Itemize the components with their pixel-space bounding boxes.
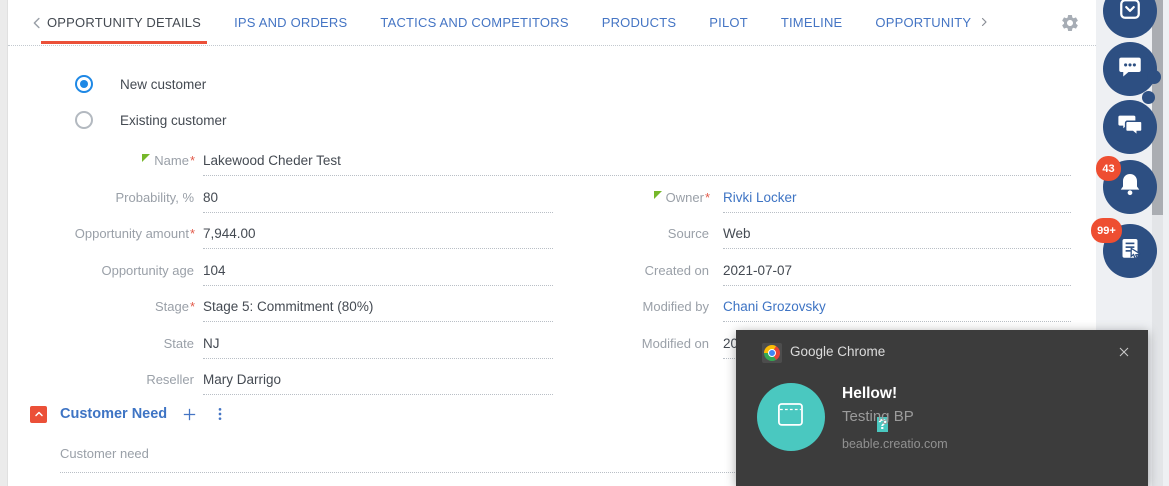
customer-need-section-header: Customer Need xyxy=(30,402,229,426)
field-row-modified-by: Modified by Chani Grozovsky xyxy=(568,286,1071,322)
gear-icon[interactable] xyxy=(1060,13,1080,33)
chrome-notification[interactable]: Google Chrome ? Hellow! Testing BP beabl… xyxy=(736,330,1148,486)
tab-products[interactable]: PRODUCTS xyxy=(602,0,677,46)
stage-field[interactable]: Stage 5: Commitment (80%) xyxy=(203,299,553,322)
chat-dots-icon xyxy=(1115,52,1145,87)
radio-existing-customer[interactable]: Existing customer xyxy=(75,109,227,131)
tab-tactics-and-competitors[interactable]: TACTICS AND COMPETITORS xyxy=(380,0,568,46)
square-chevron-down-icon xyxy=(1115,0,1145,29)
field-row-reseller: Reseller Mary Darrigo xyxy=(8,359,553,395)
opportunity-page: OPPORTUNITY DETAILS IPS AND ORDERS TACTI… xyxy=(0,0,1169,486)
radio-existing-customer-label: Existing customer xyxy=(120,112,227,128)
collapse-section-button[interactable] xyxy=(30,405,47,423)
field-label: Source xyxy=(667,226,709,241)
field-label: Probability, % xyxy=(115,189,194,205)
field-row-stage: Stage* Stage 5: Commitment (80%) xyxy=(8,286,553,322)
field-row-state: State NJ xyxy=(8,322,553,359)
required-asterisk: * xyxy=(704,189,710,205)
customer-need-section-title[interactable]: Customer Need xyxy=(60,406,167,422)
field-label: Opportunity amount xyxy=(74,226,189,241)
required-asterisk: * xyxy=(189,299,195,314)
modified-by-link[interactable]: Chani Grozovsky xyxy=(723,299,826,314)
radio-new-customer[interactable]: New customer xyxy=(75,73,206,95)
window-question-icon xyxy=(769,393,813,442)
double-chat-icon xyxy=(1115,110,1145,145)
field-label: Stage xyxy=(154,299,189,314)
tab-opportunity-overflow-label: OPPORTUNITY xyxy=(875,15,972,30)
field-row-name: Name* Lakewood Cheder Test xyxy=(8,140,1071,176)
notification-source: beable.creatio.com xyxy=(842,437,948,451)
feed-pointer-icon xyxy=(1115,234,1145,269)
feed-messages-button[interactable] xyxy=(1103,100,1157,154)
close-icon[interactable] xyxy=(1116,344,1132,360)
status-dot xyxy=(1142,91,1155,104)
field-label: Modified on xyxy=(641,335,709,351)
tab-timeline[interactable]: TIMELINE xyxy=(781,0,843,46)
field-label: Reseller xyxy=(146,372,194,387)
add-icon[interactable] xyxy=(180,405,198,423)
chat-button[interactable] xyxy=(1103,42,1157,96)
status-dot xyxy=(1141,56,1150,65)
state-field[interactable]: NJ xyxy=(203,336,553,359)
field-label: Owner xyxy=(665,189,704,205)
tabs: OPPORTUNITY DETAILS IPS AND ORDERS TACTI… xyxy=(8,0,990,46)
radio-selected-icon[interactable] xyxy=(75,75,93,93)
feed-badge: 99+ xyxy=(1091,218,1122,243)
field-row-opportunity-age: Opportunity age 104 xyxy=(8,249,553,286)
field-label: State xyxy=(163,335,194,351)
field-row-created-on: Created on 2021-07-07 xyxy=(568,249,1071,286)
reseller-field[interactable]: Mary Darrigo xyxy=(203,372,553,395)
tab-opportunity-overflow[interactable]: OPPORTUNITY xyxy=(875,0,990,46)
chrome-logo-icon xyxy=(762,343,782,363)
field-label: Created on xyxy=(644,262,709,278)
probability-field[interactable]: 80 xyxy=(203,190,553,213)
field-row-owner: Owner* Rivki Locker xyxy=(568,176,1071,213)
notification-avatar xyxy=(757,383,825,451)
back-chevron-icon[interactable] xyxy=(28,14,46,32)
chevron-right-icon xyxy=(978,16,990,31)
required-asterisk: * xyxy=(189,226,195,241)
field-row-probability: Probability, % 80 xyxy=(8,176,553,213)
required-asterisk: * xyxy=(189,153,195,168)
field-label: Name xyxy=(154,153,189,168)
opportunity-amount-field[interactable]: 7,944.00 xyxy=(203,226,553,249)
field-row-source: Source Web xyxy=(568,213,1071,249)
tab-bar: OPPORTUNITY DETAILS IPS AND ORDERS TACTI… xyxy=(8,0,1096,46)
field-label: Modified by xyxy=(642,299,709,314)
notification-app-name: Google Chrome xyxy=(790,344,886,359)
left-panel-edge xyxy=(0,0,8,486)
name-field[interactable]: Lakewood Cheder Test xyxy=(203,153,1071,176)
notification-title: Hellow! xyxy=(842,385,898,402)
owner-link[interactable]: Rivki Locker xyxy=(723,190,797,205)
status-dot xyxy=(1147,70,1161,84)
field-label: Opportunity age xyxy=(101,262,194,278)
source-field[interactable]: Web xyxy=(723,226,1071,249)
field-row-opportunity-amount: Opportunity amount* 7,944.00 xyxy=(8,213,553,249)
radio-unselected-icon[interactable] xyxy=(75,111,93,129)
radio-new-customer-label: New customer xyxy=(120,76,207,92)
tab-ips-and-orders[interactable]: IPS AND ORDERS xyxy=(234,0,347,46)
notification-header: Google Chrome xyxy=(736,330,1148,374)
tab-opportunity-details[interactable]: OPPORTUNITY DETAILS xyxy=(40,0,208,46)
tab-pilot[interactable]: PILOT xyxy=(709,0,748,46)
kebab-menu-icon[interactable] xyxy=(211,405,229,423)
changed-indicator: Name xyxy=(154,153,189,168)
notification-body: Testing BP xyxy=(842,408,914,425)
opportunity-age-field[interactable]: 104 xyxy=(203,263,553,286)
changed-indicator: Owner xyxy=(666,190,704,205)
form-column-left: Probability, % 80 Opportunity amount* 7,… xyxy=(8,176,553,395)
notifications-badge: 43 xyxy=(1096,156,1121,181)
created-on-field[interactable]: 2021-07-07 xyxy=(723,263,1071,286)
